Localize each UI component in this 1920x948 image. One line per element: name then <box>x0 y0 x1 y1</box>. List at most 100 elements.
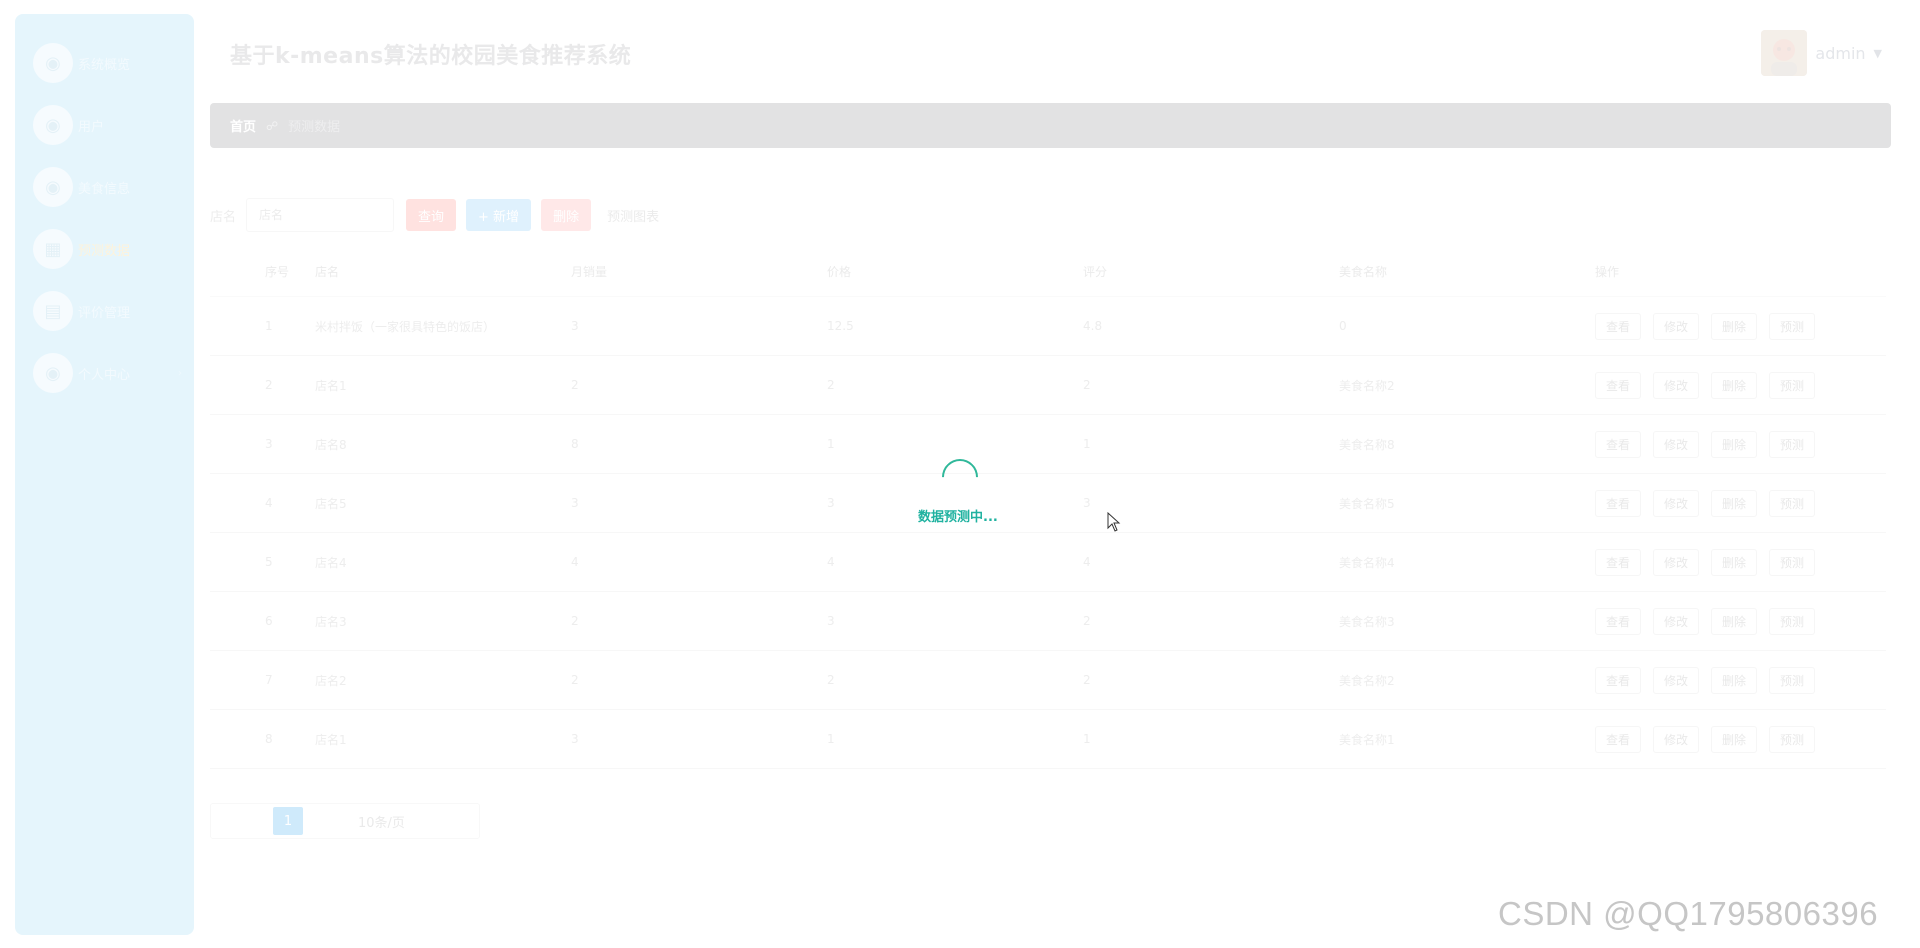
predict-button[interactable]: 预测 <box>1769 548 1816 576</box>
table-body: 1 米村拌饭（一家很具特色的饭店） 3 12.5 4.8 0 查看 修改 删除 预测 2 店名1 2 2 2… <box>210 297 1886 769</box>
row-actions: 查看 修改 删除 预测 <box>1595 312 1845 340</box>
search-input[interactable] <box>246 198 395 232</box>
cell-score: 2 <box>1083 378 1091 392</box>
view-button[interactable]: 查看 <box>1595 666 1642 694</box>
avatar <box>1761 30 1808 76</box>
cell-score: 4 <box>1083 555 1091 569</box>
table-row: 7 店名2 2 2 2 美食名称2 查看 修改 删除 预测 <box>210 651 1886 710</box>
sidebar: ◉ 系统概览 ◉ 用户 ◉ 美食信息 ▦ 预测数据 ▤ 评价管理 ◉ 个人中心 … <box>15 14 194 935</box>
view-button[interactable]: 查看 <box>1595 430 1642 458</box>
cell-monthly-sales: 2 <box>571 673 579 687</box>
sidebar-item-food[interactable]: ◉ 美食信息 <box>33 164 194 210</box>
predict-button[interactable]: 预测 <box>1769 666 1816 694</box>
view-button[interactable]: 查看 <box>1595 312 1642 340</box>
delete-row-button[interactable]: 删除 <box>1711 607 1758 635</box>
predict-button[interactable]: 预测 <box>1769 607 1816 635</box>
column-header: 价格 <box>827 265 852 279</box>
cell-price: 2 <box>827 673 835 687</box>
predict-button[interactable]: 预测 <box>1769 430 1816 458</box>
delete-row-button[interactable]: 删除 <box>1711 725 1758 753</box>
delete-button[interactable]: 删除 <box>541 199 592 231</box>
cell-price: 3 <box>827 614 835 628</box>
row-actions: 查看 修改 删除 预测 <box>1595 489 1845 517</box>
sidebar-item-users[interactable]: ◉ 用户 <box>33 102 194 148</box>
user-menu[interactable]: admin ▼ <box>1761 30 1882 76</box>
delete-row-button[interactable]: 删除 <box>1711 430 1758 458</box>
cell-index: 8 <box>265 732 273 746</box>
row-actions: 查看 修改 删除 预测 <box>1595 607 1845 635</box>
predict-button[interactable]: 预测 <box>1769 725 1816 753</box>
page-size-select[interactable]: 10条/页 <box>358 812 405 831</box>
search-button[interactable]: 查询 <box>406 199 457 231</box>
delete-row-button[interactable]: 删除 <box>1711 666 1758 694</box>
pagination-box: 1 10条/页 <box>210 803 480 839</box>
view-button[interactable]: 查看 <box>1595 548 1642 576</box>
prediction-chart-button[interactable]: 预测图表 <box>601 199 665 231</box>
cell-index: 1 <box>265 319 273 333</box>
search-label: 店名 <box>210 209 237 225</box>
cell-score: 3 <box>1083 496 1091 510</box>
delete-row-button[interactable]: 删除 <box>1711 312 1758 340</box>
sidebar-item-label: 美食信息 <box>78 181 131 197</box>
table-row: 6 店名3 2 3 2 美食名称3 查看 修改 删除 预测 <box>210 592 1886 651</box>
breadcrumb-current: 预测数据 <box>288 120 341 135</box>
chevron-right-icon: › <box>178 367 182 379</box>
edit-button[interactable]: 修改 <box>1653 312 1700 340</box>
row-actions: 查看 修改 删除 预测 <box>1595 666 1845 694</box>
user-icon: ◉ <box>33 105 73 145</box>
breadcrumb-home[interactable]: 首页 <box>230 116 256 135</box>
view-button[interactable]: 查看 <box>1595 371 1642 399</box>
cell-monthly-sales: 4 <box>571 555 579 569</box>
edit-button[interactable]: 修改 <box>1653 430 1700 458</box>
edit-button[interactable]: 修改 <box>1653 607 1700 635</box>
table-row: 5 店名4 4 4 4 美食名称4 查看 修改 删除 预测 <box>210 533 1886 592</box>
cell-price: 1 <box>827 437 835 451</box>
predict-button[interactable]: 预测 <box>1769 371 1816 399</box>
delete-row-button[interactable]: 删除 <box>1711 371 1758 399</box>
cell-shop-name: 店名5 <box>315 496 347 511</box>
sidebar-item-overview[interactable]: ◉ 系统概览 <box>33 40 194 86</box>
add-button[interactable]: + 新增 <box>466 199 532 231</box>
predict-button[interactable]: 预测 <box>1769 312 1816 340</box>
view-button[interactable]: 查看 <box>1595 607 1642 635</box>
column-header: 美食名称 <box>1339 265 1388 279</box>
cell-index: 5 <box>265 555 273 569</box>
table-row: 1 米村拌饭（一家很具特色的饭店） 3 12.5 4.8 0 查看 修改 删除 预测 <box>210 297 1886 356</box>
column-header: 序号 <box>265 265 290 279</box>
edit-button[interactable]: 修改 <box>1653 371 1700 399</box>
cell-score: 2 <box>1083 673 1091 687</box>
edit-button[interactable]: 修改 <box>1653 725 1700 753</box>
cell-score: 4.8 <box>1083 319 1103 333</box>
cell-food-name: 美食名称1 <box>1339 732 1395 747</box>
cell-score: 1 <box>1083 437 1091 451</box>
sidebar-item-comments[interactable]: ▤ 评价管理 <box>33 288 194 334</box>
cell-food-name: 美食名称8 <box>1339 437 1395 452</box>
search-bar: 店名 查询 + 新增 删除 预测图表 <box>210 198 665 232</box>
delete-row-button[interactable]: 删除 <box>1711 489 1758 517</box>
row-actions: 查看 修改 删除 预测 <box>1595 548 1845 576</box>
delete-row-button[interactable]: 删除 <box>1711 548 1758 576</box>
sidebar-item-prediction[interactable]: ▦ 预测数据 <box>33 226 194 272</box>
cell-shop-name: 店名2 <box>315 673 347 688</box>
view-button[interactable]: 查看 <box>1595 489 1642 517</box>
edit-button[interactable]: 修改 <box>1653 666 1700 694</box>
cell-monthly-sales: 2 <box>571 614 579 628</box>
column-header[interactable]: 店名 <box>315 263 571 280</box>
cell-monthly-sales: 8 <box>571 437 579 451</box>
table-row: 4 店名5 3 3 3 美食名称5 查看 修改 删除 预测 <box>210 474 1886 533</box>
cell-price: 1 <box>827 732 835 746</box>
page-number-button[interactable]: 1 <box>273 807 303 835</box>
sidebar-item-label: 用户 <box>78 119 105 135</box>
edit-button[interactable]: 修改 <box>1653 489 1700 517</box>
row-actions: 查看 修改 删除 预测 <box>1595 430 1845 458</box>
edit-button[interactable]: 修改 <box>1653 548 1700 576</box>
column-header: 操作 <box>1595 265 1620 279</box>
cell-price: 2 <box>827 378 835 392</box>
cell-monthly-sales: 3 <box>571 319 579 333</box>
view-button[interactable]: 查看 <box>1595 725 1642 753</box>
watermark: CSDN @QQ1795806396 <box>1498 895 1879 932</box>
predict-button[interactable]: 预测 <box>1769 489 1816 517</box>
sidebar-item-profile[interactable]: ◉ 个人中心 › <box>33 350 194 396</box>
breadcrumb: 首页 ☍ 预测数据 <box>210 103 1891 148</box>
breadcrumb-separator-icon: ☍ <box>266 118 279 133</box>
